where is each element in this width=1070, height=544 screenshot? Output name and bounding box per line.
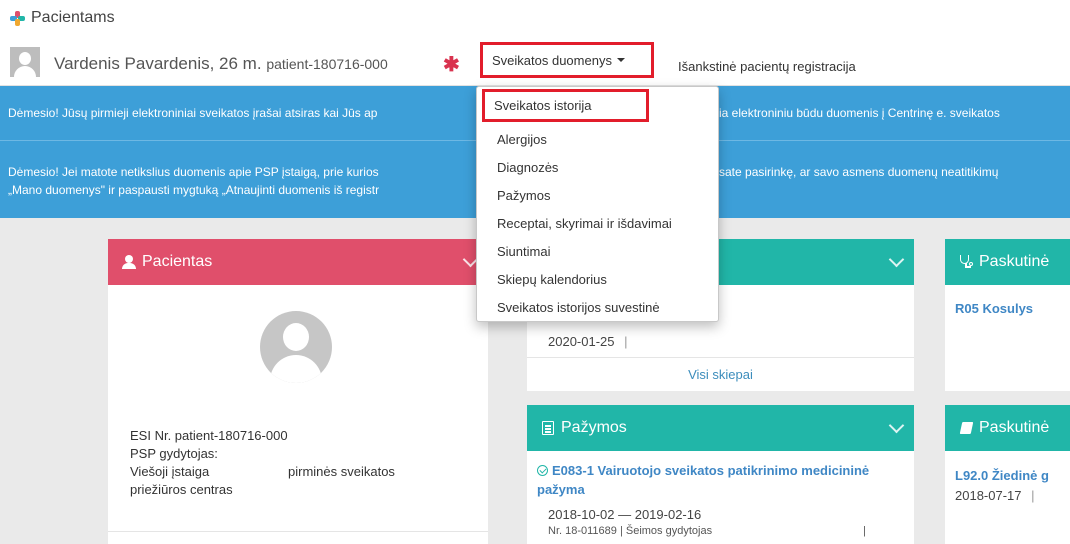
asterisk-icon: ✱ [443, 54, 460, 76]
user-icon [122, 255, 136, 269]
diseases-card-header[interactable]: Paskutinė [945, 405, 1070, 451]
user-avatar-icon [10, 47, 40, 77]
patient-avatar [260, 311, 332, 383]
diseases-card-title: Paskutinė [979, 419, 1050, 436]
psp-doctor-label: PSP gydytojas: [130, 446, 218, 461]
check-circle-icon [537, 465, 548, 476]
chevron-down-icon[interactable] [888, 417, 905, 434]
stethoscope-icon [959, 255, 973, 269]
certificate-meta-separator: | [863, 525, 866, 537]
institution-right: pirminės sveikatos [288, 464, 395, 479]
institution-left: Viešoji įstaiga [130, 464, 210, 479]
alert1-text-left: Dėmesio! Jūsų pirmieji elektroniniai sve… [8, 106, 378, 120]
diagnoses-card: Paskutinė R05 Kosulys [945, 239, 1070, 391]
caret-down-icon [616, 58, 625, 62]
certificate-meta: Nr. 18-011689 | Šeimos gydytojas | [548, 525, 866, 537]
health-data-menu: Sveikatos istorija Alergijos Diagnozės P… [476, 86, 719, 322]
patient-name: Vardenis Pavardenis, 26 m. patient-18071… [54, 54, 388, 74]
menu-item-health-summary[interactable]: Sveikatos istorijos suvestinė [477, 294, 718, 322]
patient-info: ESI Nr. patient-180716-000 PSP gydytojas… [130, 427, 440, 499]
health-data-dropdown-label: Sveikatos duomenys [492, 52, 612, 68]
patient-bar: Vardenis Pavardenis, 26 m. patient-18071… [0, 38, 1070, 86]
registration-link[interactable]: Išankstinė pacientų registracija [678, 59, 856, 74]
patient-card-header[interactable]: Pacientas [108, 239, 488, 285]
diagnosis-item[interactable]: R05 Kosulys [955, 301, 1033, 316]
menu-item-health-history[interactable]: Sveikatos istorija [482, 89, 649, 122]
certificates-card: Pažymos E083-1 Vairuotojo sveikatos pati… [527, 405, 914, 544]
menu-item-vaccination-calendar[interactable]: Skiepų kalendorius [477, 266, 718, 294]
certificates-card-title: Pažymos [561, 419, 627, 436]
certificate-meta-text: Nr. 18-011689 | Šeimos gydytojas [548, 525, 713, 537]
alert2-text-left: Dėmesio! Jei matote netikslius duomenis … [8, 165, 379, 179]
brand-title: Pacientams [31, 9, 115, 26]
diagnoses-card-header[interactable]: Paskutinė [945, 239, 1070, 285]
health-data-dropdown[interactable]: Sveikatos duomenys [480, 42, 654, 78]
alert2-text-line2: „Mano duomenys" ir paspausti mygtuką „At… [8, 183, 380, 197]
certificates-card-header[interactable]: Pažymos [527, 405, 914, 451]
institution-line2: priežiūros centras [130, 482, 233, 497]
divider [527, 357, 914, 358]
patient-card: Pacientas ESI Nr. patient-180716-000 PSP… [108, 239, 488, 544]
patient-id: patient-180716-000 [266, 56, 388, 72]
book-icon [959, 421, 974, 435]
top-bar: Pacientams [0, 0, 1070, 38]
all-vaccines-link[interactable]: Visi skiepai [527, 367, 914, 382]
menu-item-referrals[interactable]: Siuntimai [477, 238, 718, 266]
patient-name-text: Vardenis Pavardenis, 26 m. [54, 54, 262, 73]
diagnoses-card-title: Paskutinė [979, 253, 1050, 270]
disease-item[interactable]: L92.0 Žiedinė g [955, 468, 1049, 483]
document-icon [541, 421, 555, 435]
alert1-text-right: ia elektroniniu būdu duomenis į Centrinę… [719, 106, 1000, 120]
certificate-dates: 2018-10-02 — 2019-02-16 [548, 507, 702, 522]
menu-item-certificates[interactable]: Pažymos [477, 182, 718, 210]
disease-date: 2018-07-17 | [955, 488, 1035, 503]
disease-date-value: 2018-07-17 [955, 488, 1022, 503]
vaccine-separator: | [624, 334, 628, 349]
vaccine-date-value: 2020-01-25 [548, 334, 615, 349]
certificate-item-title[interactable]: E083-1 Vairuotojo sveikatos patikrinimo … [537, 461, 897, 499]
certificate-item-title-text: E083-1 Vairuotojo sveikatos patikrinimo … [537, 463, 870, 497]
esi-number: ESI Nr. patient-180716-000 [130, 428, 288, 443]
menu-item-diagnoses[interactable]: Diagnozės [477, 154, 718, 182]
cross-logo-icon [10, 10, 25, 26]
chevron-down-icon[interactable] [888, 251, 905, 268]
menu-item-prescriptions[interactable]: Receptai, skyrimai ir išdavimai [477, 210, 718, 238]
disease-separator: | [1031, 488, 1035, 503]
alert2-text-right: sate pasirinkę, ar savo asmens duomenų n… [719, 165, 999, 179]
brand[interactable]: Pacientams [10, 9, 115, 27]
patient-card-title: Pacientas [142, 253, 213, 270]
diseases-card: Paskutinė L92.0 Žiedinė g 2018-07-17 | [945, 405, 1070, 544]
menu-item-allergies[interactable]: Alergijos [477, 126, 718, 154]
vaccine-date: 2020-01-25 | [548, 334, 628, 349]
divider [108, 531, 488, 532]
